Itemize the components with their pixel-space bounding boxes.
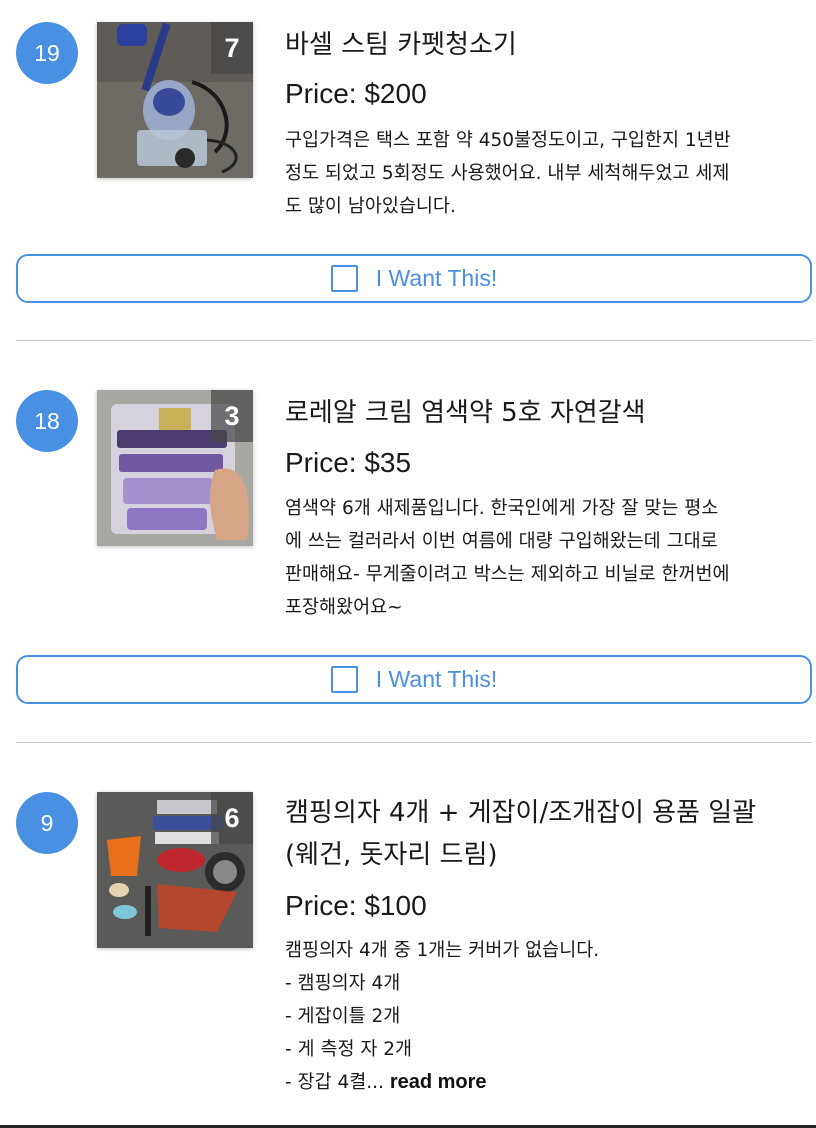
- rank-badge: 9: [16, 792, 78, 854]
- want-this-button[interactable]: I Want This!: [16, 655, 812, 704]
- read-more-link[interactable]: read more: [390, 1071, 487, 1093]
- listing-title[interactable]: 바셀 스팀 카펫청소기: [285, 24, 805, 66]
- listing-feed: 19 7 바셀 스팀 카펫청소기 Price: $200 구입가격은 택스 포함…: [0, 0, 816, 1128]
- listing-price: Price: $200: [285, 78, 427, 109]
- checkbox-icon[interactable]: [330, 265, 358, 292]
- want-this-button[interactable]: I Want This!: [16, 254, 812, 303]
- listing-price: Price: $35: [285, 447, 412, 478]
- want-this-label: I Want This!: [375, 265, 498, 291]
- listing-title[interactable]: 로레알 크림 염색약 5호 자연갈색: [285, 392, 805, 434]
- listing-photo[interactable]: 6: [97, 792, 253, 948]
- listing-title[interactable]: 캠핑의자 4개 + 게잡이/조개잡이 용품 일괄 (웨건, 돗자리 드림): [285, 792, 805, 876]
- rank-badge: 18: [16, 390, 78, 452]
- photo-count-badge: 7: [211, 22, 253, 74]
- listing-description: 구입가격은 택스 포함 약 450불정도이고, 구입한지 1년반 정도 되었고 …: [285, 130, 731, 217]
- listing-price: Price: $100: [285, 890, 427, 921]
- listing-photo[interactable]: 7: [97, 22, 253, 178]
- listing-description: 염색약 6개 새제품입니다. 한국인에게 가장 잘 맞는 평소 에 쓰는 컬러라…: [285, 498, 730, 618]
- checkbox-icon[interactable]: [330, 666, 358, 693]
- photo-count-badge: 3: [211, 390, 253, 442]
- rank-badge: 19: [16, 22, 78, 84]
- divider: [16, 742, 812, 743]
- listing-photo[interactable]: 3: [97, 390, 253, 546]
- photo-count-badge: 6: [211, 792, 253, 844]
- listing-description: 캠핑의자 4개 중 1개는 커버가 없습니다. - 캠핑의자 4개 - 게잡이틀…: [285, 934, 813, 1099]
- want-this-label: I Want This!: [375, 666, 498, 692]
- divider: [16, 340, 812, 341]
